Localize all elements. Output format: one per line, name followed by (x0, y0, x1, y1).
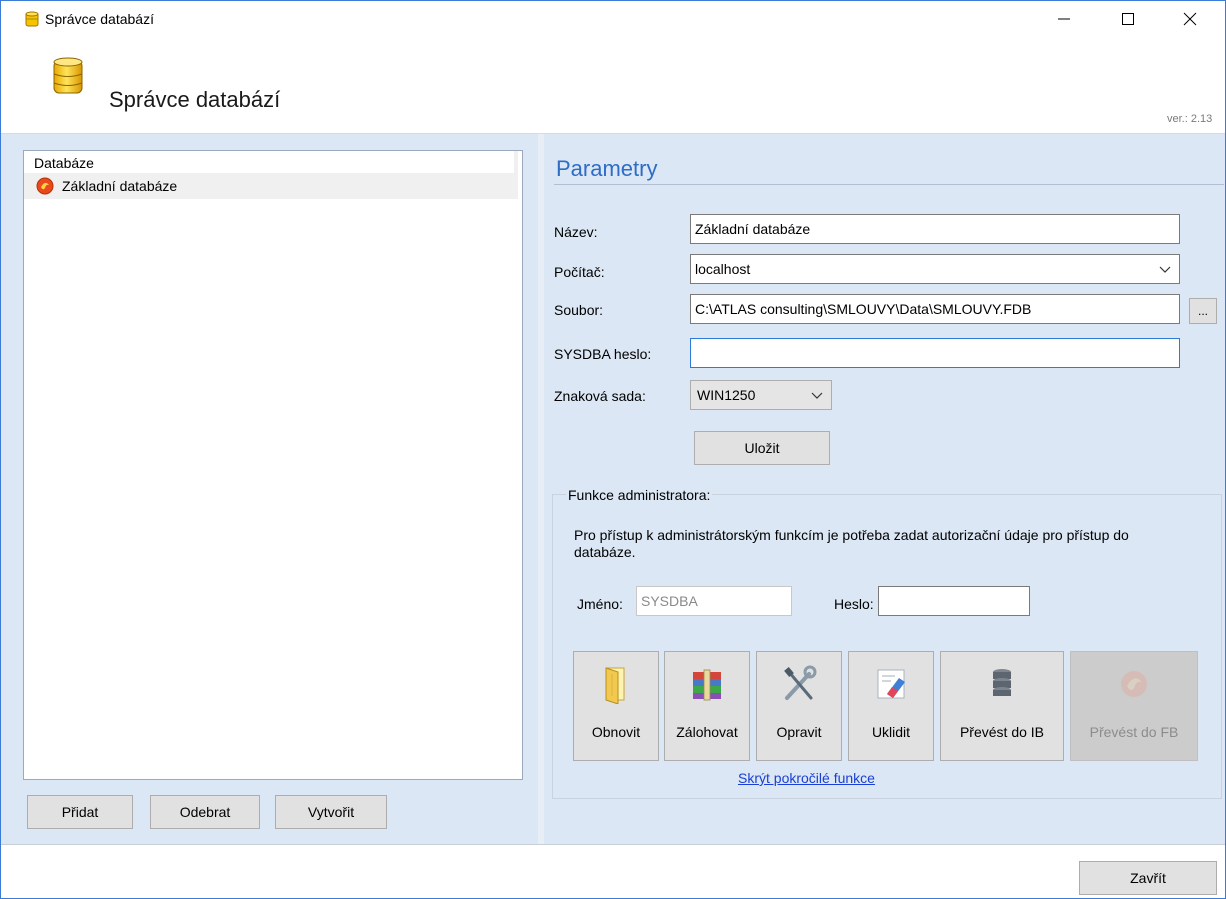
name-value: Základní databáze (695, 221, 811, 237)
username-field[interactable]: SYSDBA (636, 586, 792, 616)
database-icon (25, 11, 39, 27)
convert-to-fb-button[interactable]: Převést do FB (1070, 651, 1198, 761)
archive-icon (693, 669, 721, 701)
close-icon (1183, 12, 1197, 26)
tools-icon (784, 665, 817, 700)
maximize-button[interactable] (1105, 1, 1151, 37)
folder-icon (605, 667, 625, 704)
convert-to-fb-label: Převést do FB (1089, 724, 1179, 740)
version-label: ver.: 2.13 (1167, 113, 1213, 125)
close-window-button[interactable] (1167, 1, 1213, 37)
list-item-label: Základní databáze (62, 178, 178, 194)
parameters-panel: Parametry Název: Základní databáze Počít… (544, 134, 1225, 844)
repair-label: Opravit (776, 724, 822, 740)
app-title: Správce databází (109, 87, 281, 112)
sysdba-password-field[interactable] (690, 338, 1180, 368)
database-stack-icon (993, 669, 1011, 696)
maximize-icon (1122, 13, 1134, 25)
convert-to-ib-label: Převést do IB (959, 724, 1045, 740)
chevron-down-icon (1159, 266, 1171, 273)
admin-group-label: Funkce administratora: (566, 487, 713, 503)
main-window: Správce databází Správce databází ver.: … (0, 0, 1226, 899)
database-list[interactable]: Databáze Základní databáze (23, 150, 523, 780)
close-button[interactable]: Zavřít (1079, 861, 1217, 895)
name-field[interactable]: Základní databáze (690, 214, 1180, 244)
sweep-label: Uklidit (871, 724, 911, 740)
backup-label: Zálohovat (676, 724, 738, 740)
save-button[interactable]: Uložit (694, 431, 830, 465)
hide-advanced-link[interactable]: Skrýt pokročilé funkce (738, 770, 875, 786)
firebird-icon (36, 177, 54, 195)
app-header: Správce databází (1, 37, 1225, 134)
charset-label: Znaková sada: (554, 388, 646, 404)
database-panel: Databáze Základní databáze Přidat Odebra… (1, 134, 538, 844)
title-divider (554, 184, 1224, 185)
list-header: Databáze (24, 151, 518, 173)
admin-info-text: Pro přístup k administrátorským funkcím … (574, 527, 1129, 560)
username-label: Jméno: (577, 596, 623, 612)
create-button[interactable]: Vytvořit (275, 795, 387, 829)
convert-to-ib-button[interactable]: Převést do IB (940, 651, 1064, 761)
backup-button[interactable]: Zálohovat (664, 651, 750, 761)
file-label: Soubor: (554, 302, 604, 318)
chevron-down-icon (811, 392, 823, 399)
sysdba-password-label: SYSDBA heslo: (554, 346, 652, 362)
charset-combobox[interactable]: WIN1250 (690, 380, 832, 410)
file-value: C:\ATLAS consulting\SMLOUVY\Data\SMLOUVY… (695, 301, 1032, 317)
remove-button[interactable]: Odebrat (150, 795, 260, 829)
password-label: Heslo: (834, 596, 874, 612)
computer-combobox[interactable]: localhost (690, 254, 1180, 284)
eraser-icon (877, 669, 905, 699)
repair-button[interactable]: Opravit (756, 651, 842, 761)
minimize-button[interactable] (1041, 1, 1087, 37)
title-bar: Správce databází (1, 1, 1225, 37)
sweep-button[interactable]: Uklidit (848, 651, 934, 761)
parameters-title: Parametry (556, 156, 658, 181)
charset-value: WIN1250 (697, 387, 756, 403)
firebird-icon (1121, 671, 1147, 697)
file-field[interactable]: C:\ATLAS consulting\SMLOUVY\Data\SMLOUVY… (690, 294, 1180, 324)
database-icon (53, 57, 83, 94)
footer: Zavřít (1, 844, 1225, 898)
add-button[interactable]: Přidat (27, 795, 133, 829)
username-value: SYSDBA (641, 593, 698, 609)
restore-button[interactable]: Obnovit (573, 651, 659, 761)
restore-label: Obnovit (591, 724, 641, 740)
window-title: Správce databází (45, 11, 154, 27)
minimize-icon (1058, 18, 1070, 20)
name-label: Název: (554, 224, 598, 240)
computer-value: localhost (695, 261, 751, 277)
computer-label: Počítač: (554, 264, 605, 280)
password-field[interactable] (878, 586, 1030, 616)
browse-button[interactable]: ... (1189, 298, 1217, 324)
list-item[interactable]: Základní databáze (24, 173, 518, 199)
